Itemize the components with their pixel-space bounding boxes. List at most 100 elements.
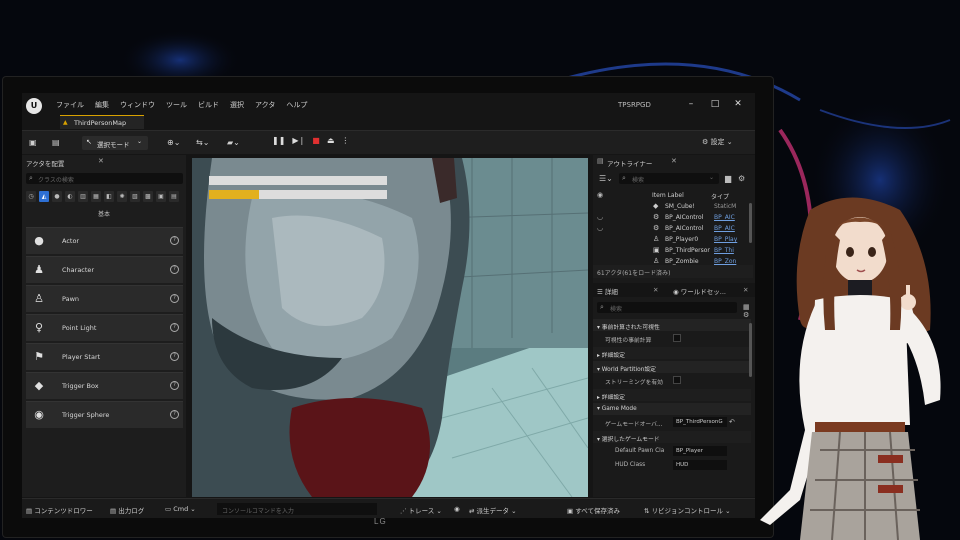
save-all-button[interactable]: ▣ すべて保存済み <box>567 505 620 515</box>
skip-frame-icon[interactable]: ▶❘ <box>292 136 305 150</box>
help-icon[interactable]: ? <box>170 323 179 332</box>
trace-record-icon[interactable]: ◉ <box>454 505 460 513</box>
eye-icon[interactable]: ◉ <box>597 191 603 199</box>
menu-window[interactable]: ウィンドウ <box>120 100 155 110</box>
help-icon[interactable]: ? <box>170 352 179 361</box>
details-view-options-icon[interactable]: ▦ ⚙ <box>743 303 755 319</box>
outliner-close-icon[interactable]: ✕ <box>671 157 677 165</box>
hud-class-select[interactable]: HUD <box>673 460 727 470</box>
table-row[interactable]: ◡ ⚙ BP_AIControl BP_AIC <box>593 223 753 234</box>
menu-select[interactable]: 選択 <box>230 100 244 110</box>
cinematics-icon[interactable]: ▰⌄ <box>227 138 240 147</box>
reset-arrow-icon[interactable]: ↶ <box>729 418 735 426</box>
category-geometry-icon[interactable]: ▧ <box>130 191 140 202</box>
actor-item-point-light[interactable]: ♀ Point Light ? <box>26 314 183 341</box>
trace-button[interactable]: ⋰ トレース ⌄ <box>400 505 442 515</box>
stop-icon[interactable]: ■ <box>312 136 320 150</box>
help-icon[interactable]: ? <box>170 410 179 419</box>
category-volumes-icon[interactable]: ◧ <box>104 191 114 202</box>
maximize-icon[interactable]: □ <box>710 99 720 109</box>
actor-item-trigger-sphere[interactable]: ◉ Trigger Sphere ? <box>26 401 183 428</box>
world-tab-close-icon[interactable]: ✕ <box>743 286 748 294</box>
column-type[interactable]: タイプ <box>711 192 729 201</box>
console-command-input[interactable]: コンソールコマンドを入力 <box>217 503 377 515</box>
revision-control-button[interactable]: ⇅ リビジョンコントロール ⌄ <box>644 505 731 515</box>
property-category[interactable]: ▸ 詳細設定 <box>593 389 751 401</box>
default-pawn-class-select[interactable]: BP_Player <box>673 446 727 456</box>
help-icon[interactable]: ? <box>170 265 179 274</box>
add-actor-icon[interactable]: ⊕⌄ <box>167 138 180 147</box>
outliner-scrollbar[interactable] <box>749 203 752 243</box>
actor-item-trigger-box[interactable]: ◆ Trigger Box ? <box>26 372 183 399</box>
tab-world-settings[interactable]: ◉ ワールドセッ... <box>673 286 726 296</box>
level-viewport[interactable] <box>192 158 588 497</box>
row-type-link[interactable]: BP_AIC <box>714 214 744 221</box>
details-tab-close-icon[interactable]: ✕ <box>653 286 658 294</box>
row-type-link[interactable]: BP_AIC <box>714 225 744 232</box>
property-category[interactable]: ▸ 詳細設定 <box>593 347 751 359</box>
pause-icon[interactable]: ❚❚ <box>272 136 285 150</box>
property-checkbox[interactable] <box>673 376 681 384</box>
row-type-link[interactable]: BP_Thi <box>714 247 744 254</box>
actor-item-actor[interactable]: ● Actor ? <box>26 227 183 254</box>
derived-data-button[interactable]: ⇄ 派生データ ⌄ <box>469 505 517 515</box>
visibility-icon[interactable]: ◡ <box>597 213 603 221</box>
close-icon[interactable]: ✕ <box>733 99 743 109</box>
details-scrollbar[interactable] <box>749 323 752 377</box>
panel-close-icon[interactable]: ✕ <box>98 157 104 165</box>
table-row[interactable]: ♙ BP_Zombie BP_Zon <box>593 256 753 265</box>
help-icon[interactable]: ? <box>170 381 179 390</box>
category-cinematic-icon[interactable]: ▥ <box>78 191 88 202</box>
folder-add-icon[interactable]: ▆ <box>725 174 731 183</box>
table-row[interactable]: ◡ ⚙ BP_AIControl BP_AIC <box>593 212 753 223</box>
content-drawer-button[interactable]: ▤ コンテンツドロワー <box>26 505 93 515</box>
row-type-link[interactable]: BP_Zon <box>714 258 744 265</box>
category-basic-icon[interactable]: ◭ <box>39 191 49 202</box>
cmd-dropdown[interactable]: ▭ Cmd ⌄ <box>165 505 196 513</box>
table-row[interactable]: ♙ BP_Player0 BP_Play <box>593 234 753 245</box>
category-lights-icon[interactable]: ● <box>52 191 62 202</box>
settings-button[interactable]: ⚙ 設定 ⌄ <box>702 137 733 147</box>
filter-icon[interactable]: ☰⌄ <box>599 174 613 183</box>
eject-icon[interactable]: ⏏ <box>327 136 335 150</box>
category-all-classes-icon[interactable]: ✺ <box>117 191 127 202</box>
visibility-icon[interactable]: ◡ <box>597 224 603 232</box>
help-icon[interactable]: ? <box>170 236 179 245</box>
outliner-search-input[interactable]: ⌕ 検索 ⌄ <box>619 173 719 184</box>
menu-file[interactable]: ファイル <box>56 100 84 110</box>
help-icon[interactable]: ? <box>170 294 179 303</box>
property-checkbox[interactable] <box>673 334 681 342</box>
tab-details[interactable]: ☰ 詳細 <box>597 286 618 296</box>
category-landscape-icon[interactable]: ▩ <box>143 191 153 202</box>
column-item-label[interactable]: Item Label <box>652 192 684 199</box>
class-search-input[interactable]: ⌕ クラスの検索 <box>26 173 183 184</box>
property-category[interactable]: ▾ 選択したゲームモード <box>593 431 751 443</box>
actor-item-pawn[interactable]: ♙ Pawn ? <box>26 285 183 312</box>
select-mode-dropdown[interactable]: ↖ 選択モード ⌄ <box>82 136 148 150</box>
table-row[interactable]: ▣ BP_ThirdPerson BP_Thi <box>593 245 753 256</box>
unreal-logo-icon[interactable]: U <box>26 98 42 114</box>
menu-tools[interactable]: ツール <box>166 100 187 110</box>
content-browser-icon[interactable]: ▤ <box>52 138 60 147</box>
game-mode-override-select[interactable]: BP_ThirdPersonG <box>673 417 727 427</box>
category-visual-icon[interactable]: ▦ <box>91 191 101 202</box>
actor-item-character[interactable]: ♟ Character ? <box>26 256 183 283</box>
row-type-link[interactable]: BP_Play <box>714 236 744 243</box>
tab-map[interactable]: ▲ ThirdPersonMap <box>60 115 144 129</box>
menu-actor[interactable]: アクタ <box>255 100 275 110</box>
actor-item-player-start[interactable]: ⚑ Player Start ? <box>26 343 183 370</box>
output-log-button[interactable]: ▤ 出力ログ <box>110 505 144 515</box>
blueprint-icon[interactable]: ⇆⌄ <box>196 138 209 147</box>
details-search-input[interactable]: ⌕ 検索 <box>597 302 737 313</box>
minimize-icon[interactable]: – <box>686 99 696 109</box>
property-category[interactable]: ▾ World Partition設定 <box>593 361 751 373</box>
category-recent-icon[interactable]: ◷ <box>26 191 36 202</box>
menu-edit[interactable]: 編集 <box>95 100 109 110</box>
category-media-icon[interactable]: ▣ <box>156 191 166 202</box>
table-row[interactable]: ◆ SM_Cube! StaticM <box>593 201 753 212</box>
property-category[interactable]: ▾ 事前計算された可視性 <box>593 319 751 331</box>
more-options-icon[interactable]: ⋮ <box>341 136 349 150</box>
save-icon[interactable]: ▣ <box>29 138 37 147</box>
category-shapes-icon[interactable]: ◐ <box>65 191 75 202</box>
menu-help[interactable]: ヘルプ <box>286 100 307 110</box>
